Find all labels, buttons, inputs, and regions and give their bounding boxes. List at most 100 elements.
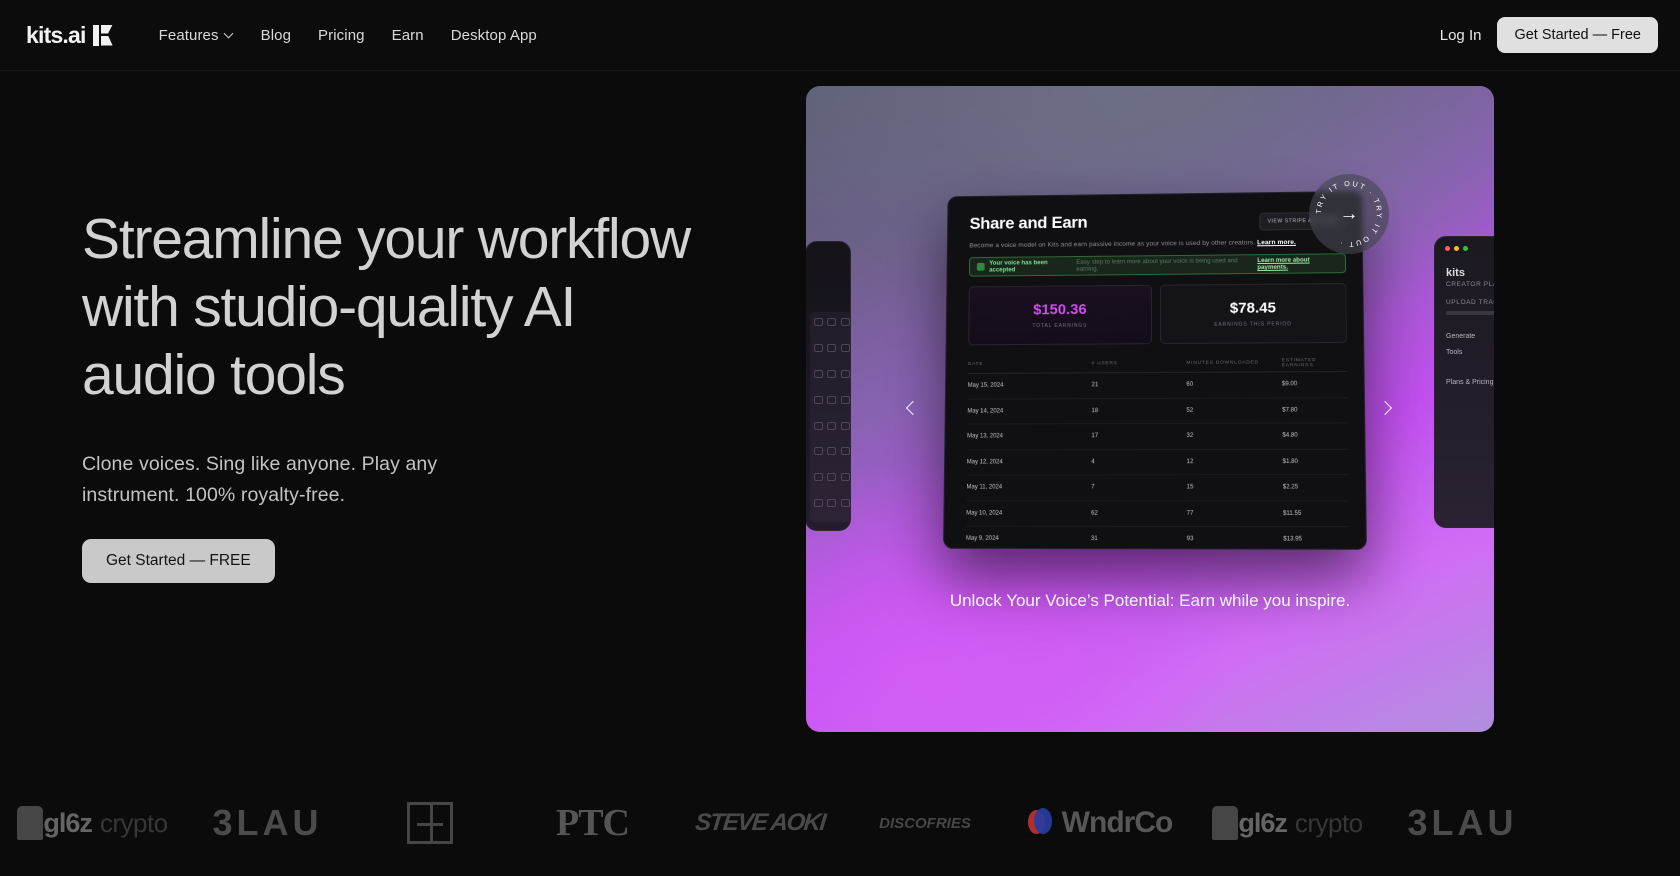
dashboard-subtitle-text: Become a voice model on Kits and earn pa… (969, 239, 1256, 250)
stat-period-earnings-label: EARNINGS THIS PERIOD (1214, 321, 1292, 328)
nav-item-features[interactable]: Features (159, 27, 234, 44)
banner-bold-text: Your voice has been accepted (989, 259, 1048, 274)
cell-earnings: $1.80 (1282, 458, 1298, 465)
logo-3lau-2: 3LAU (1407, 802, 1518, 843)
side-card-left-icon-grid (814, 318, 850, 516)
cell-users: 7 (1091, 484, 1095, 491)
window-traffic-lights-icon (1445, 246, 1468, 251)
wndrco-mark-icon (1027, 808, 1054, 838)
kits-logo-icon (92, 24, 113, 46)
side-card-item-generate[interactable]: Generate (1446, 333, 1475, 340)
logo-wndrco: WndrCo (1005, 793, 1195, 853)
table-col-minutes: MINUTES DOWNLOADED (1186, 360, 1259, 366)
get-started-hero-button[interactable]: Get Started — FREE (82, 539, 275, 583)
cell-minutes: 77 (1186, 510, 1194, 517)
cell-users: 17 (1091, 433, 1099, 440)
side-card-upload-label: UPLOAD TRACK (1446, 299, 1494, 306)
side-card-brand: kits (1446, 267, 1465, 279)
arrow-right-icon: → (1339, 203, 1359, 225)
earnings-stats: $150.36 TOTAL EARNINGS $78.45 EARNINGS T… (968, 283, 1347, 346)
dashboard-title: Share and Earn (969, 212, 1088, 233)
gl6z-mark-icon (17, 806, 44, 840)
cell-users: 31 (1091, 536, 1098, 543)
nav-item-features-label: Features (158, 26, 219, 44)
cell-date: May 9, 2024 (965, 535, 999, 543)
cell-minutes: 52 (1186, 407, 1194, 414)
nav-item-desktop-app[interactable]: Desktop App (451, 27, 537, 44)
dashboard-subtitle: Become a voice model on Kits and earn pa… (969, 238, 1341, 249)
page-title: Streamline your workflow with studio-qua… (82, 207, 691, 407)
table-row: May 14, 2024 18 52 $7.80 (967, 397, 1348, 425)
side-card-item-plans[interactable]: Plans & Pricing (1446, 379, 1493, 386)
cell-users: 4 (1091, 458, 1095, 466)
top-navigation-bar: kits.ai Features Blog Pricing Earn Deskt… (0, 0, 1680, 71)
table-row: May 11, 2024 7 15 $2.25 (966, 475, 1349, 502)
table-row: May 9, 2024 31 93 $13.95 (965, 526, 1350, 550)
voice-accepted-banner: ✓ Your voice has been accepted Easy step… (968, 253, 1347, 277)
gl6z-mark-icon (1212, 806, 1239, 840)
partner-mark-icon (407, 802, 453, 844)
table-col-earnings: ESTIMATED EARNINGS (1281, 357, 1317, 368)
nav-item-pricing[interactable]: Pricing (318, 27, 365, 44)
logo-steve-aoki: STEVE AOKI (693, 809, 827, 836)
check-icon: ✓ (976, 262, 985, 271)
cell-date: May 14, 2024 (967, 408, 1004, 415)
logo-gl6z-crypto-2: gl6z crypto (1195, 793, 1380, 853)
logo-3lau: 3LAU (212, 802, 323, 843)
carousel-side-card-right[interactable]: kits Creator Plan UPLOAD TRACK Generate … (1434, 236, 1494, 528)
stat-total-earnings-label: TOTAL EARNINGS (1032, 322, 1088, 330)
logo-gl6z-crypto: gl6z crypto (0, 793, 185, 853)
side-card-item-tools[interactable]: Tools (1446, 349, 1462, 356)
cell-minutes: 12 (1186, 458, 1194, 465)
nav-actions: Log In Get Started — Free (1440, 17, 1658, 53)
cell-minutes: 15 (1186, 484, 1194, 491)
hero-content: Streamline your workflow with studio-qua… (82, 205, 722, 583)
cell-earnings: $7.80 (1282, 407, 1298, 414)
carousel-caption: Unlock Your Voice’s Potential: Earn whil… (949, 591, 1351, 610)
stat-period-earnings-value: $78.45 (1229, 299, 1276, 317)
stat-total-earnings-value: $150.36 (1033, 301, 1087, 319)
cell-date: May 11, 2024 (966, 484, 1003, 491)
nav-item-earn[interactable]: Earn (392, 27, 424, 44)
side-card-plan: Creator Plan (1446, 281, 1494, 288)
nav-links: Features Blog Pricing Earn Desktop App (159, 27, 537, 44)
log-in-link[interactable]: Log In (1440, 27, 1482, 44)
table-col-users: # USERS (1091, 361, 1118, 367)
banner-payments-link[interactable]: Learn more about payments. (1257, 256, 1338, 271)
brand-logo[interactable]: kits.ai (26, 22, 113, 49)
cell-earnings: $2.25 (1282, 484, 1299, 491)
carousel-prev-button[interactable] (908, 403, 920, 415)
side-card-left-panel (810, 312, 850, 522)
table-row: May 15, 2024 21 60 $9.00 (967, 371, 1348, 400)
cell-earnings: $11.55 (1283, 510, 1302, 517)
cell-date: May 15, 2024 (967, 382, 1004, 390)
banner-text: Easy step to learn more about your voice… (1076, 257, 1238, 273)
logo-disco-fries: DISCO FRIES (879, 814, 971, 832)
table-row: May 13, 2024 17 32 $4.80 (966, 423, 1349, 450)
dashboard-learn-more-link[interactable]: Learn more. (1257, 239, 1296, 246)
table-row: May 10, 2024 62 77 $11.55 (966, 501, 1350, 528)
cell-minutes: 32 (1186, 433, 1194, 440)
earnings-table: DATE # USERS MINUTES DOWNLOADED ESTIMATE… (965, 353, 1350, 550)
hero-subheading: Clone voices. Sing like anyone. Play any… (82, 453, 438, 506)
carousel-next-button[interactable] (1380, 403, 1392, 415)
carousel-side-card-left[interactable] (806, 241, 851, 531)
logo-partner-mark (350, 793, 510, 853)
cell-date: May 12, 2024 (966, 459, 1003, 466)
cell-earnings: $4.80 (1282, 432, 1298, 439)
table-col-date: DATE (967, 362, 984, 368)
cell-date: May 13, 2024 (967, 433, 1004, 440)
cell-users: 62 (1091, 510, 1098, 517)
cell-earnings: $9.00 (1281, 381, 1298, 388)
nav-item-blog[interactable]: Blog (261, 27, 291, 44)
share-and-earn-dashboard: Share and Earn VIEW STRIPE ACCOUNT Becom… (942, 190, 1367, 550)
get-started-nav-button[interactable]: Get Started — Free (1497, 17, 1658, 53)
try-it-out-badge[interactable]: TRY IT OUT · TRY IT OUT · → (1309, 174, 1389, 254)
hero-carousel[interactable]: kits Creator Plan UPLOAD TRACK Generate … (806, 86, 1494, 732)
cell-date: May 10, 2024 (966, 510, 1003, 517)
cell-minutes: 60 (1186, 382, 1194, 389)
cell-earnings: $13.95 (1283, 536, 1303, 543)
cell-minutes: 93 (1186, 536, 1194, 543)
chevron-down-icon (225, 30, 234, 39)
cell-users: 21 (1091, 382, 1099, 389)
